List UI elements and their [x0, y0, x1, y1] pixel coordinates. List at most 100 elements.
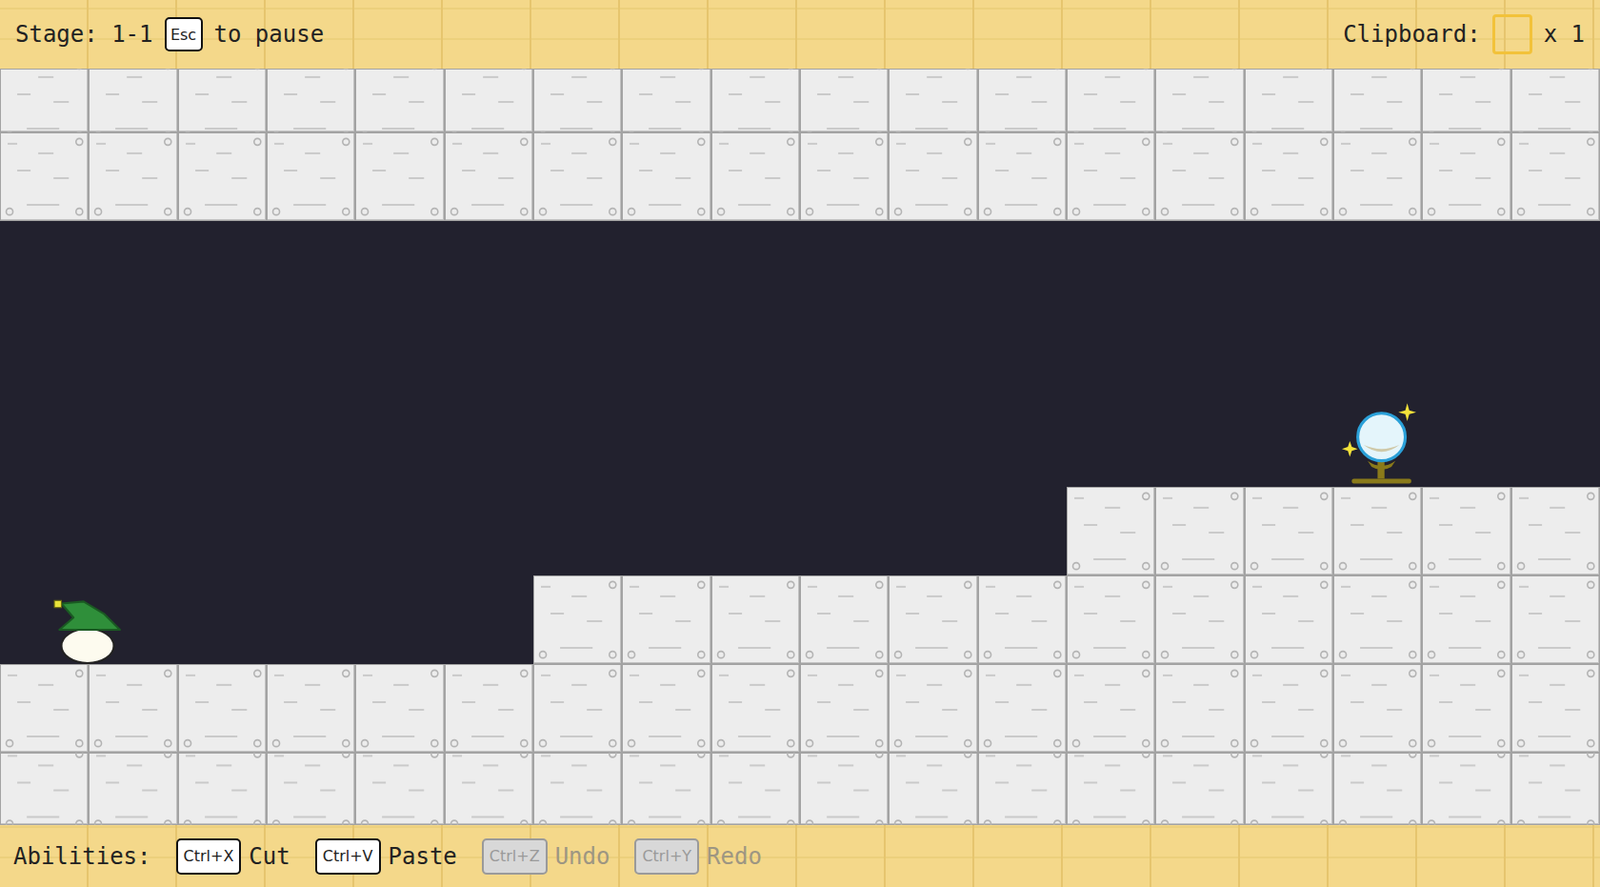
- tile-pattern-icon: [1511, 752, 1600, 825]
- game-screen: Stage: 1-1Escto pauseClipboard:x 1Abilit…: [0, 0, 1600, 887]
- tile-pattern-icon: [1511, 68, 1600, 133]
- stone-tile: [621, 68, 711, 133]
- tile-pattern-icon: [0, 752, 89, 825]
- stone-tile: [800, 752, 889, 825]
- stone-tile: [1066, 132, 1156, 221]
- empty-cell: [355, 309, 444, 399]
- empty-cell: [621, 220, 711, 310]
- stone-tile: [1511, 68, 1600, 133]
- tile-pattern-icon: [888, 132, 978, 221]
- empty-cell: [1155, 309, 1244, 399]
- empty-cell: [978, 309, 1067, 399]
- stone-tile: [1066, 575, 1156, 664]
- stone-tile: [711, 752, 800, 825]
- ability-key: Ctrl+X: [176, 838, 242, 875]
- empty-cell: [0, 486, 89, 576]
- empty-cell: [266, 309, 356, 399]
- stone-tile: [711, 68, 800, 133]
- empty-cell: [178, 309, 267, 399]
- tile-pattern-icon: [178, 663, 267, 753]
- tile-pattern-icon: [533, 68, 622, 133]
- tile-pattern-icon: [1066, 68, 1156, 133]
- stone-tile: [266, 68, 356, 133]
- empty-cell: [178, 575, 267, 664]
- stone-tile: [1244, 663, 1334, 753]
- tile-pattern-icon: [978, 752, 1067, 825]
- empty-cell: [1333, 309, 1422, 399]
- stone-tile: [711, 663, 800, 753]
- empty-cell: [355, 486, 444, 576]
- stone-tile: [88, 68, 178, 133]
- stone-tile: [0, 663, 89, 753]
- tile-pattern-icon: [1421, 752, 1511, 825]
- empty-cell: [178, 220, 267, 310]
- empty-cell: [266, 575, 356, 664]
- tile-pattern-icon: [978, 663, 1067, 753]
- tile-pattern-icon: [1244, 68, 1334, 133]
- stage-info: Stage: 1-1Escto pause: [15, 17, 324, 52]
- tile-pattern-icon: [1244, 575, 1334, 664]
- empty-cell: [1066, 398, 1156, 487]
- ability-label: Redo: [706, 842, 762, 870]
- stone-tile: [800, 68, 889, 133]
- empty-cell: [800, 398, 889, 487]
- stone-tile: [1066, 663, 1156, 753]
- empty-cell: [1511, 398, 1600, 487]
- stone-tile: [0, 752, 89, 825]
- tile-pattern-icon: [533, 132, 622, 221]
- empty-cell: [1421, 309, 1511, 399]
- tile-pattern-icon: [621, 68, 711, 133]
- tile-pattern-icon: [1333, 68, 1422, 133]
- stone-tile: [978, 68, 1067, 133]
- stone-tile: [1511, 752, 1600, 825]
- tile-pattern-icon: [88, 752, 178, 825]
- tile-pattern-icon: [800, 752, 889, 825]
- tile-pattern-icon: [711, 663, 800, 753]
- stone-tile: [621, 752, 711, 825]
- stone-tile: [178, 752, 267, 825]
- tile-pattern-icon: [355, 663, 444, 753]
- empty-cell: [533, 309, 622, 399]
- empty-cell: [888, 486, 978, 576]
- empty-cell: [266, 486, 356, 576]
- tile-pattern-icon: [1066, 486, 1156, 576]
- empty-cell: [978, 486, 1067, 576]
- stone-tile: [88, 752, 178, 825]
- empty-cell: [888, 220, 978, 310]
- tile-pattern-icon: [1421, 575, 1511, 664]
- empty-cell: [0, 398, 89, 487]
- stone-tile: [1511, 575, 1600, 664]
- empty-cell: [355, 575, 444, 664]
- ability-label: Paste: [388, 842, 458, 870]
- ability-item: Ctrl+VPaste: [315, 838, 458, 875]
- stone-tile: [1421, 68, 1511, 133]
- empty-cell: [1155, 398, 1244, 487]
- stone-tile: [1066, 68, 1156, 133]
- tile-pattern-icon: [533, 575, 622, 664]
- empty-cell: [1244, 220, 1334, 310]
- stone-tile: [1333, 575, 1422, 664]
- stone-tile: [711, 575, 800, 664]
- tile-pattern-icon: [978, 68, 1067, 133]
- empty-cell: [0, 220, 89, 310]
- stone-tile: [1333, 486, 1422, 576]
- tile-pattern-icon: [1155, 132, 1244, 221]
- stone-tile: [533, 752, 622, 825]
- tile-pattern-icon: [1333, 575, 1422, 664]
- tile-pattern-icon: [1511, 132, 1600, 221]
- stone-tile: [978, 752, 1067, 825]
- stone-tile: [621, 663, 711, 753]
- empty-cell: [444, 486, 534, 576]
- empty-cell: [888, 309, 978, 399]
- tile-pattern-icon: [888, 663, 978, 753]
- abilities-label: Abilities:: [13, 842, 152, 870]
- tile-pattern-icon: [621, 132, 711, 221]
- empty-cell: [800, 220, 889, 310]
- stone-tile: [1511, 132, 1600, 221]
- stone-tile: [1511, 486, 1600, 576]
- stone-tile: [1333, 663, 1422, 753]
- tile-pattern-icon: [978, 575, 1067, 664]
- tile-pattern-icon: [1511, 486, 1600, 576]
- tile-pattern-icon: [1421, 486, 1511, 576]
- stone-tile: [88, 132, 178, 221]
